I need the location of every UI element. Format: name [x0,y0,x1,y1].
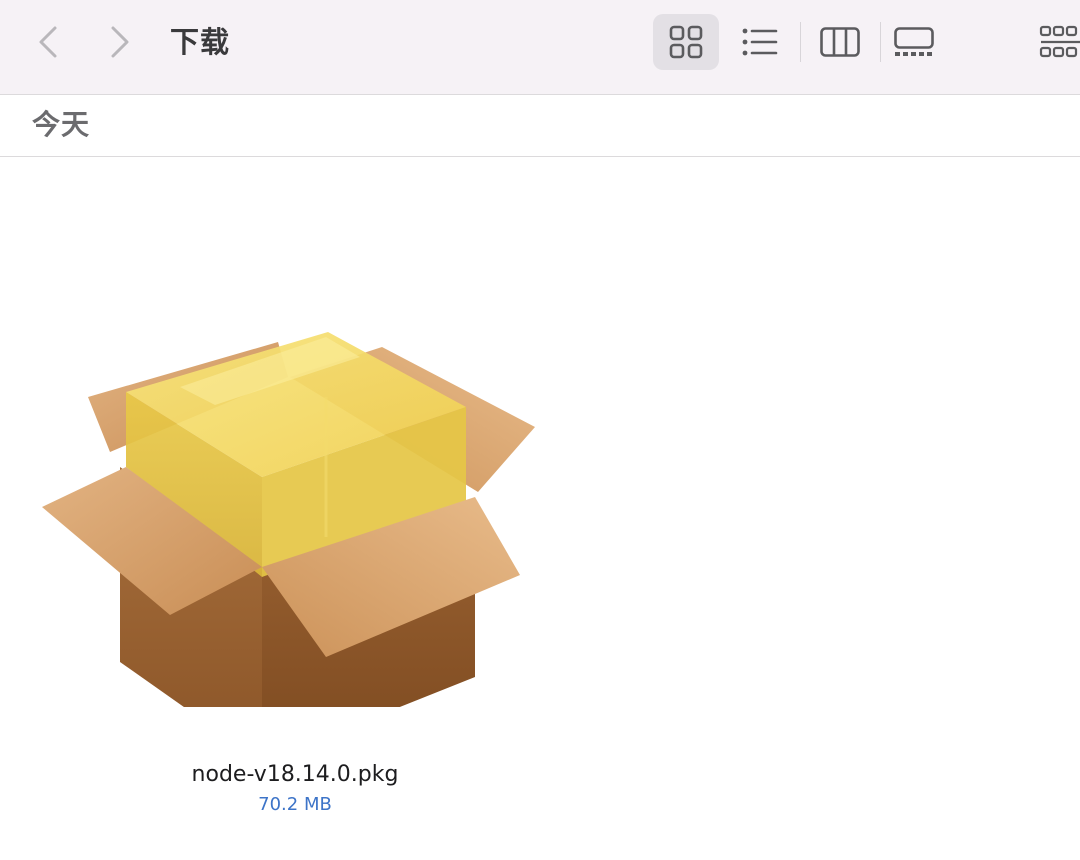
back-button[interactable] [28,22,68,62]
section-header: 今天 [0,95,1080,157]
toolbar-separator [800,22,801,62]
gallery-icon [894,27,934,56]
list-view-button[interactable] [727,14,793,70]
file-grid: node-v18.14.0.pkg 70.2 MB [0,157,1080,860]
toolbar: 下载 [0,0,1080,95]
chevron-right-icon [111,26,129,58]
chevron-left-icon [39,26,57,58]
list-icon [742,28,778,56]
file-name: node-v18.14.0.pkg [191,762,399,787]
grid-icon [669,25,703,59]
gallery-view-button[interactable] [881,14,947,70]
section-title: 今天 [32,108,91,141]
file-item[interactable]: node-v18.14.0.pkg 70.2 MB [30,237,560,837]
package-box-icon [42,332,535,707]
columns-icon [820,27,860,57]
column-view-button[interactable] [807,14,873,70]
window-title: 下载 [170,25,231,59]
icon-view-button[interactable] [653,14,719,70]
group-view-button[interactable] [1036,14,1080,70]
grid-more-icon [1039,25,1080,58]
forward-button[interactable] [100,22,140,62]
finder-window: 下载 今天 node-v18.14.0.pkg 70.2 MB [0,0,1080,860]
file-size: 70.2 MB [258,794,332,815]
